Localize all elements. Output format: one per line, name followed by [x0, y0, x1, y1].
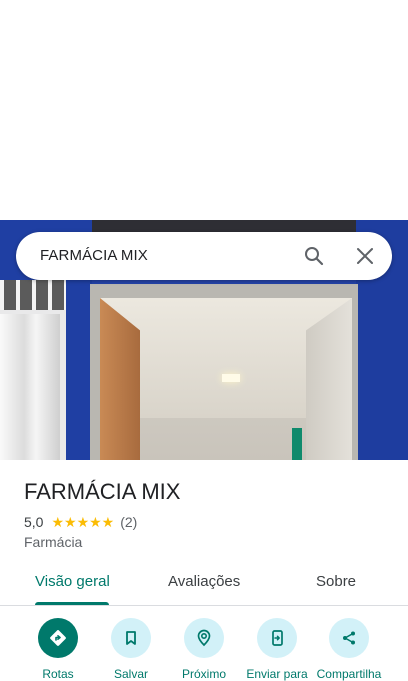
send-to-phone-label: Enviar para: [246, 667, 308, 681]
tab-overview[interactable]: Visão geral: [35, 573, 110, 590]
search-bar[interactable]: FARMÁCIA MIX: [16, 232, 392, 280]
blank-map-area: [0, 0, 408, 220]
place-sheet: FARMÁCIA MIX 5,0 ★★★★★ (2) Farmácia Visã…: [0, 460, 408, 681]
send-to-phone-button[interactable]: Enviar para: [237, 618, 317, 681]
tab-reviews[interactable]: Avaliações: [168, 573, 240, 590]
rating-row[interactable]: 5,0 ★★★★★ (2): [24, 513, 137, 531]
place-title: FARMÁCIA MIX: [24, 479, 181, 504]
directions-button[interactable]: Rotas: [18, 618, 98, 681]
search-icon[interactable]: [302, 244, 326, 268]
share-button[interactable]: Compartilha: [309, 618, 389, 681]
close-icon[interactable]: [353, 244, 377, 268]
nearby-icon: [184, 618, 224, 658]
save-label: Salvar: [113, 667, 148, 681]
green-sign: [292, 428, 302, 460]
review-count: (2): [120, 514, 138, 530]
directions-label: Rotas: [42, 667, 74, 681]
nearby-button[interactable]: Próximo: [164, 618, 244, 681]
bookmark-icon: [111, 618, 151, 658]
place-category[interactable]: Farmácia: [24, 534, 82, 550]
share-icon: [329, 618, 369, 658]
storefront-window: [0, 280, 66, 460]
tab-about[interactable]: Sobre: [316, 573, 356, 590]
send-to-phone-icon: [257, 618, 297, 658]
nearby-label: Próximo: [181, 667, 226, 681]
tab-bar: Visão geral Avaliações Sobre: [0, 563, 408, 606]
search-query[interactable]: FARMÁCIA MIX: [40, 247, 148, 264]
action-buttons: Rotas Salvar Próximo Enviar para Compart…: [0, 618, 408, 681]
tab-active-indicator: [35, 602, 109, 605]
ceiling-light: [222, 374, 240, 382]
share-label: Compartilha: [316, 667, 382, 681]
rating-value: 5,0: [24, 514, 44, 530]
rating-stars: ★★★★★: [51, 514, 115, 530]
save-button[interactable]: Salvar: [91, 618, 171, 681]
directions-icon: [38, 618, 78, 658]
